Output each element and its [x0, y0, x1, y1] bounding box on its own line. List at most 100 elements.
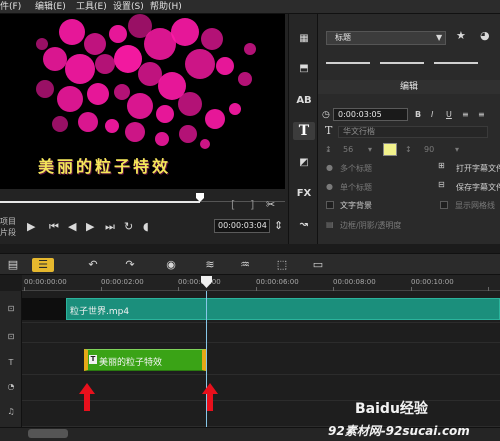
- project-mode-label[interactable]: 项目: [0, 216, 16, 227]
- site-watermark: 92素材网-92sucai.com: [328, 424, 470, 438]
- video-track-icon[interactable]: ⊡: [3, 302, 19, 316]
- font-size-icon: ↨: [325, 145, 332, 154]
- open-subtitle-button[interactable]: 打开字幕文件: [456, 163, 500, 174]
- duration-field[interactable]: 0:00:03:05: [333, 108, 408, 121]
- title-clip-label: 美丽的粒子特效: [99, 358, 163, 368]
- transition-icon[interactable]: AB: [293, 92, 315, 110]
- single-title-label: 单个标题: [340, 183, 372, 192]
- text-background-label: 文字背景: [340, 201, 372, 210]
- next-frame-icon[interactable]: ▶: [86, 221, 94, 233]
- ruler-label: 00:00:02:00: [101, 278, 144, 286]
- multi-title-label: 多个标题: [340, 164, 372, 173]
- font-field[interactable]: 华文行楷: [338, 126, 488, 138]
- redo-icon[interactable]: ↷: [121, 258, 139, 272]
- music-track-icon[interactable]: ♫: [3, 405, 19, 419]
- volume-icon[interactable]: ◖: [143, 221, 149, 233]
- font-color-swatch[interactable]: [383, 143, 397, 156]
- open-subtitle-icon[interactable]: ⊞: [438, 161, 445, 170]
- italic-icon[interactable]: I: [431, 110, 433, 119]
- mixer-icon[interactable]: ♒: [236, 258, 254, 272]
- font-icon: T: [325, 124, 333, 137]
- instant-project-icon[interactable]: ⬒: [293, 60, 315, 78]
- save-subtitle-button[interactable]: 保存字幕文件: [456, 182, 500, 193]
- play-icon[interactable]: ▶: [27, 221, 35, 233]
- menu-edit[interactable]: 编辑(E): [35, 1, 66, 13]
- red-arrow-annotation: [202, 383, 218, 411]
- audio-wave-icon[interactable]: ≋: [201, 258, 219, 272]
- menu-file[interactable]: 件(F): [0, 1, 21, 13]
- scrub-handle[interactable]: [196, 193, 204, 202]
- dropdown-arrow-icon[interactable]: ▼: [436, 32, 442, 44]
- border-shadow-icon[interactable]: ▤: [326, 220, 334, 229]
- repeat-icon[interactable]: ↻: [124, 221, 133, 233]
- voice-track-icon[interactable]: ◔: [3, 380, 19, 394]
- clock-icon: ◷: [322, 110, 330, 120]
- skip-end-icon[interactable]: ⏭: [105, 221, 115, 233]
- scrub-bar-played[interactable]: [0, 201, 200, 203]
- multi-title-radio[interactable]: ●: [326, 163, 333, 172]
- menu-settings[interactable]: 设置(S): [113, 1, 144, 13]
- red-arrow-annotation: [79, 383, 95, 411]
- options-header-edit[interactable]: 编辑: [318, 80, 500, 94]
- text-background-checkbox[interactable]: [326, 201, 334, 209]
- skip-start-icon[interactable]: ⏮: [49, 221, 59, 233]
- title-icon[interactable]: T: [293, 122, 315, 140]
- preview-timecode[interactable]: 00:00:03:04: [214, 219, 270, 233]
- graphics-icon[interactable]: ◩: [293, 154, 315, 172]
- save-subtitle-icon[interactable]: ⊟: [438, 180, 445, 189]
- scrollbar-thumb[interactable]: [28, 429, 68, 438]
- style-preset-line[interactable]: [326, 62, 370, 64]
- menu-bar: 件(F) 编辑(E) 工具(E) 设置(S) 帮助(H): [0, 0, 500, 14]
- title-category-dropdown[interactable]: 标题: [326, 31, 446, 45]
- video-clip-label: 粒子世界.mp4: [70, 307, 130, 317]
- palette-icon[interactable]: ◕: [480, 30, 490, 42]
- preview-caption[interactable]: 美丽的粒子特效: [38, 153, 238, 176]
- record-icon[interactable]: ◉: [162, 258, 180, 272]
- title-track-icon[interactable]: T: [3, 356, 19, 370]
- star-icon[interactable]: ★: [456, 30, 466, 42]
- undo-icon[interactable]: ↶: [84, 258, 102, 272]
- video-clip-thumbnail[interactable]: [22, 298, 66, 320]
- auto-music-icon[interactable]: ⬚: [273, 258, 291, 272]
- media-icon[interactable]: ▦: [293, 30, 315, 48]
- line-spacing-arrow-icon[interactable]: ▾: [455, 145, 459, 154]
- align-center-icon[interactable]: ≡: [478, 110, 485, 119]
- library-icon-strip: ▦ ⬒ AB T ◩ FX ↝: [288, 14, 318, 244]
- spin-icon[interactable]: ⇕: [274, 220, 283, 232]
- mark-in-icon[interactable]: [: [231, 199, 235, 211]
- style-preset-line[interactable]: [434, 62, 478, 64]
- timeline-view-icon[interactable]: ▤: [4, 258, 22, 272]
- split-icon[interactable]: ✂: [266, 199, 275, 211]
- line-spacing-field[interactable]: 90: [424, 145, 434, 154]
- subtitle-icon[interactable]: ▭: [309, 258, 327, 272]
- ruler-label: 00:00:08:00: [333, 278, 376, 286]
- show-grid-checkbox[interactable]: [440, 201, 448, 209]
- border-shadow-button[interactable]: 边框/阴影/透明度: [340, 220, 401, 231]
- ruler-label: 00:00:06:00: [256, 278, 299, 286]
- ruler-label: 00:00:10:00: [411, 278, 454, 286]
- timeline-toolbar: ▤ ☰ ↶ ↷ ◉ ≋ ♒ ⬚ ▭: [0, 253, 500, 275]
- menu-help[interactable]: 帮助(H): [150, 1, 182, 13]
- menu-icon[interactable]: ☰: [32, 258, 54, 272]
- playhead-handle[interactable]: [201, 276, 212, 288]
- video-clip[interactable]: [66, 298, 500, 320]
- font-size-field[interactable]: 56: [343, 145, 353, 154]
- bold-icon[interactable]: B: [415, 110, 421, 119]
- mark-out-icon[interactable]: ]: [250, 199, 254, 211]
- align-left-icon[interactable]: ≡: [462, 110, 469, 119]
- single-title-radio[interactable]: ●: [326, 182, 333, 191]
- ruler-label: 00:00:00:00: [24, 278, 67, 286]
- path-icon[interactable]: ↝: [293, 216, 315, 234]
- font-size-arrow-icon[interactable]: ▾: [368, 145, 372, 154]
- menu-tools[interactable]: 工具(E): [76, 1, 107, 13]
- underline-icon[interactable]: U: [446, 110, 452, 119]
- playhead-line[interactable]: [206, 291, 207, 441]
- overlay-track-icon[interactable]: ⊡: [3, 330, 19, 344]
- style-preset-line[interactable]: [380, 62, 424, 64]
- prev-frame-icon[interactable]: ◀: [68, 221, 76, 233]
- clip-mode-label[interactable]: 片段: [0, 227, 16, 238]
- title-clip-icon: T: [89, 355, 97, 364]
- effects-icon[interactable]: FX: [293, 185, 315, 203]
- overlay-track[interactable]: [22, 323, 500, 343]
- show-grid-label: 显示网格线: [455, 201, 495, 210]
